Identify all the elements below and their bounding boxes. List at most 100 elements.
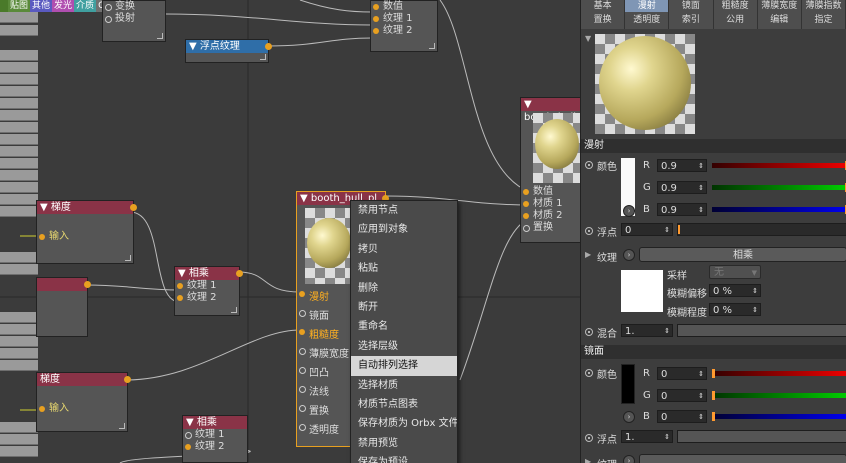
stepper-icon[interactable]: ⇕ [698, 390, 704, 403]
specular-g-slider[interactable] [712, 391, 846, 400]
resize-handle[interactable] [260, 54, 266, 60]
node-list-entry[interactable] [0, 74, 38, 85]
tab-emission[interactable]: 发光 [52, 0, 75, 12]
node-list-entry[interactable] [0, 360, 38, 371]
specular-r-field[interactable]: 0 ⇕ [657, 367, 707, 380]
node-top-center[interactable]: 数值 纹理 1 纹理 2 [370, 0, 438, 52]
node-list-entry[interactable] [0, 146, 38, 157]
sampling-dropdown[interactable]: 无 ▼ [709, 265, 761, 279]
diffuse-r-slider[interactable] [712, 161, 846, 170]
node-list-entry[interactable] [0, 252, 38, 263]
output-port[interactable] [130, 204, 137, 211]
port-texture-1[interactable]: 纹理 1 [371, 13, 437, 25]
node-list-entry[interactable] [0, 122, 38, 133]
attribute-tab[interactable]: 粗糙度 [713, 0, 758, 12]
port-texture-1[interactable]: 纹理 1 [183, 429, 247, 441]
blur-amount-field[interactable]: 0 % ⇕ [709, 303, 761, 316]
node-list-entry[interactable] [0, 206, 38, 217]
diffuse-texture-button[interactable]: 相乘 [639, 247, 846, 262]
diffuse-color-radio[interactable] [585, 161, 593, 169]
node-multiply-1[interactable]: ▼ 相乘 纹理 1 纹理 2 [174, 266, 243, 316]
slider-knob[interactable] [712, 369, 715, 378]
blur-offset-field[interactable]: 0 % ⇕ [709, 284, 761, 297]
output-port[interactable] [124, 376, 131, 383]
port-displacement[interactable]: 置换 [521, 222, 580, 234]
node-header[interactable]: ▼ 相乘 [175, 267, 243, 280]
specular-b-slider[interactable] [712, 412, 846, 421]
collapse-arrow-icon[interactable]: ▼ [40, 202, 51, 213]
node-list-entry[interactable] [0, 194, 38, 205]
mix-slider[interactable] [677, 324, 846, 337]
diffuse-float-slider[interactable] [677, 223, 846, 236]
attribute-tab[interactable]: 薄膜指数 [801, 0, 846, 12]
node-list-entry[interactable] [0, 434, 38, 445]
node-gradient-2[interactable]: 梯度 输入 [36, 372, 131, 432]
context-menu-item[interactable]: 拷贝 [351, 240, 457, 259]
port-input[interactable]: 输入 [37, 403, 127, 415]
node-list-entry[interactable] [0, 446, 38, 457]
stepper-icon[interactable]: ⇕ [698, 204, 704, 217]
node-partial-left[interactable] [36, 277, 91, 337]
node-header[interactable]: ▼ 浮点纹理 [186, 40, 272, 53]
slider-knob[interactable] [712, 391, 715, 400]
node-editor-canvas[interactable]: 贴图 其他 发光 介质 C4D 变换 投射 数值 纹理 1 纹理 2 ▼ 浮点纹… [0, 0, 580, 463]
stepper-icon[interactable]: ⇕ [752, 285, 758, 298]
specular-color-swatch[interactable] [621, 364, 635, 404]
node-transform[interactable]: 变换 投射 [102, 0, 166, 42]
collapse-arrow-icon[interactable]: ▼ [300, 193, 311, 204]
context-menu-item[interactable]: 应用到对象 [351, 220, 457, 239]
context-menu-item[interactable]: 断开 [351, 298, 457, 317]
node-multiply-2[interactable]: ▼ 相乘 纹理 1 纹理 2 [182, 415, 248, 463]
texture-menu-button[interactable]: › [623, 249, 635, 261]
node-list-entry[interactable] [0, 336, 38, 347]
context-menu-item[interactable]: 选择材质 [351, 376, 457, 395]
context-menu-item[interactable]: 重命名 [351, 317, 457, 336]
node-list-entry[interactable] [0, 86, 38, 97]
attribute-tab[interactable]: 镜面 [669, 0, 714, 12]
tab-fragment[interactable] [0, 0, 8, 12]
collapse-arrow-icon[interactable]: ▼ [189, 41, 200, 52]
node-list-entry[interactable] [0, 12, 38, 23]
diffuse-b-field[interactable]: 0.9 ⇕ [657, 203, 707, 216]
output-port[interactable] [84, 281, 91, 288]
specular-float-radio[interactable] [585, 434, 593, 442]
collapse-arrow-icon[interactable]: ▼ [524, 99, 532, 110]
node-header[interactable]: 梯度 [37, 373, 131, 386]
diffuse-float-field[interactable]: 0 ⇕ [621, 223, 673, 236]
node-list-entry[interactable] [0, 158, 38, 169]
node-list-entry[interactable] [0, 98, 38, 109]
context-menu-item[interactable]: 粘贴 [351, 259, 457, 278]
node-list-entry[interactable] [0, 25, 38, 36]
port-value[interactable]: 数值 [521, 186, 580, 198]
attribute-tab[interactable]: 薄膜宽度 [757, 0, 802, 12]
specular-b-field[interactable]: 0 ⇕ [657, 410, 707, 423]
collapse-arrow-icon[interactable]: ▼ [178, 268, 189, 279]
resize-handle[interactable] [119, 423, 125, 429]
stepper-icon[interactable]: ⇕ [664, 431, 670, 444]
section-specular[interactable]: 镜面 [581, 345, 846, 359]
stepper-icon[interactable]: ⇕ [752, 304, 758, 317]
node-header[interactable]: ▼ 相乘 [183, 416, 247, 429]
slider-knob[interactable] [712, 412, 715, 421]
specular-texture-button[interactable] [639, 454, 846, 463]
texture-menu-button[interactable]: › [623, 455, 635, 463]
attribute-tab[interactable]: 索引 [669, 12, 714, 29]
diffuse-b-slider[interactable] [712, 205, 846, 214]
resize-handle[interactable] [125, 255, 131, 261]
node-list-entry[interactable] [0, 110, 38, 121]
node-list-entry[interactable] [0, 324, 38, 335]
collapse-arrow-icon[interactable]: ▼ [585, 34, 591, 43]
attribute-tab[interactable]: 公用 [713, 12, 758, 29]
attribute-tab[interactable]: 基本 [581, 0, 626, 12]
collapse-arrow-icon[interactable]: ▼ [186, 417, 197, 428]
node-list-entry[interactable] [0, 348, 38, 359]
node-header[interactable]: ▼ 梯度 [37, 201, 137, 214]
node-list-entry[interactable] [0, 264, 38, 275]
color-picker-button[interactable]: › [623, 205, 635, 217]
context-menu-item[interactable]: 禁用节点 [351, 201, 457, 220]
specular-float-slider[interactable] [677, 430, 846, 443]
stepper-icon[interactable]: ⇕ [664, 325, 670, 338]
port-texture-2[interactable]: 纹理 2 [183, 441, 247, 453]
specular-g-field[interactable]: 0 ⇕ [657, 389, 707, 402]
node-list-entry[interactable] [0, 422, 38, 433]
